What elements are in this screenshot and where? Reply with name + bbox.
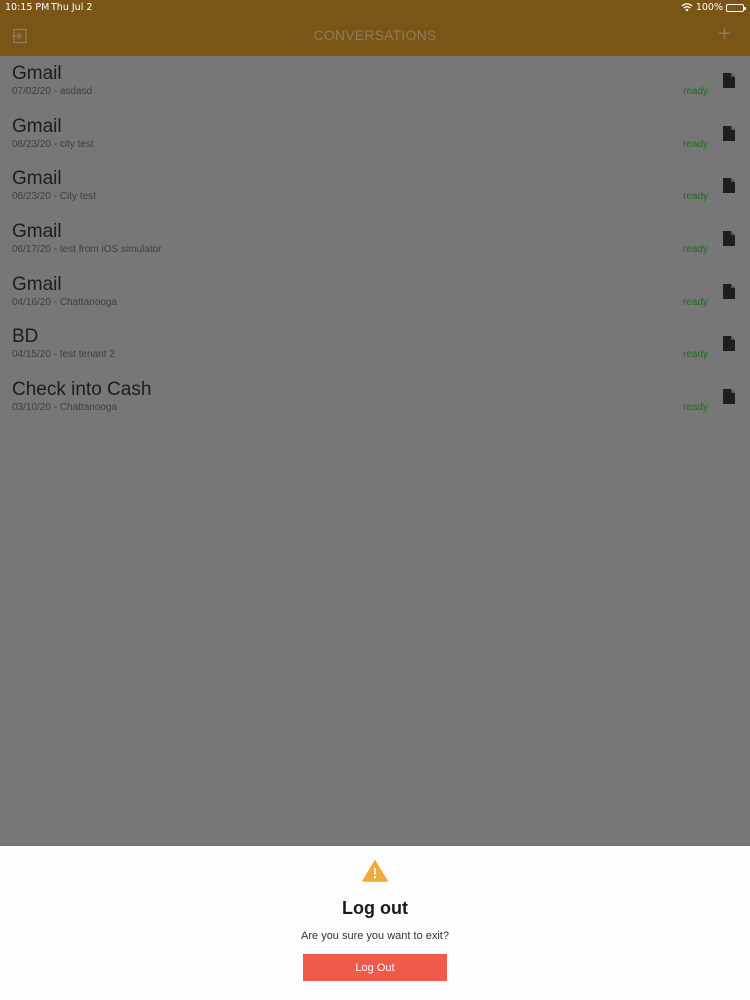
logout-dialog: Log out Are you sure you want to exit? L… [0, 846, 750, 1000]
conversation-title: Gmail [12, 115, 62, 137]
list-item[interactable]: BD 04/15/20 - test tenant 2 ready [0, 319, 750, 372]
document-icon[interactable] [723, 73, 735, 88]
conversation-title: Check into Cash [12, 379, 152, 401]
warning-icon [362, 860, 388, 882]
status-badge: ready [682, 191, 708, 203]
document-icon[interactable] [723, 125, 735, 141]
logout-button[interactable]: Log Out [303, 954, 447, 981]
conversation-subtitle: 06/23/20 - city test [12, 138, 94, 150]
list-item[interactable]: Gmail 06/23/20 - City test ready [0, 161, 750, 214]
list-item[interactable]: Gmail 06/23/20 - city test ready [0, 109, 750, 162]
list-item[interactable]: Check into Cash 03/10/20 - Chattanooga r… [0, 372, 750, 425]
document-icon[interactable] [723, 389, 735, 405]
list-item[interactable]: Gmail 07/02/20 - asdasd ready [0, 56, 750, 109]
conversation-title: Gmail [12, 273, 62, 295]
document-icon[interactable] [723, 178, 735, 194]
conversation-list: Gmail 07/02/20 - asdasd ready Gmail 06/2… [0, 56, 750, 425]
status-badge: ready [682, 349, 708, 361]
status-time: 10:15 PM [5, 2, 50, 13]
status-badge: ready [682, 402, 708, 414]
nav-bar: CONVERSATIONS + [0, 16, 750, 56]
status-bar: 10:15 PM Thu Jul 2 100% [0, 0, 750, 16]
conversation-title: Gmail [12, 63, 62, 84]
dialog-message: Are you sure you want to exit? [301, 930, 449, 942]
battery-icon [726, 3, 746, 12]
conversation-subtitle: 04/16/20 - Chattanooga [12, 296, 118, 308]
conversation-subtitle: 03/10/20 - Chattanooga [12, 402, 118, 414]
conversation-title: Gmail [12, 168, 62, 190]
document-icon[interactable] [723, 231, 735, 247]
plus-icon[interactable]: + [717, 25, 732, 43]
status-badge: ready [682, 86, 708, 97]
list-item[interactable]: Gmail 06/17/20 - test from iOS simulator… [0, 214, 750, 267]
conversation-subtitle: 06/23/20 - City test [12, 191, 96, 203]
status-badge: ready [682, 296, 708, 308]
status-indicators: 100% [681, 2, 746, 13]
document-icon[interactable] [723, 283, 735, 299]
conversation-subtitle: 04/15/20 - test tenant 2 [12, 349, 115, 361]
list-item[interactable]: Gmail 04/16/20 - Chattanooga ready [0, 267, 750, 320]
conversation-subtitle: 07/02/20 - asdasd [12, 86, 93, 97]
dialog-title: Log out [342, 898, 408, 918]
conversation-title: BD [12, 326, 39, 348]
status-badge: ready [682, 244, 708, 256]
status-badge: ready [682, 138, 708, 150]
conversation-subtitle: 06/17/20 - test from iOS simulator [12, 244, 162, 256]
conversation-title: Gmail [12, 221, 62, 243]
page-title: CONVERSATIONS [313, 27, 437, 43]
status-date: Thu Jul 2 [51, 2, 93, 13]
document-icon[interactable] [723, 336, 735, 352]
wifi-icon [681, 3, 693, 12]
battery-percent: 100% [695, 2, 723, 13]
